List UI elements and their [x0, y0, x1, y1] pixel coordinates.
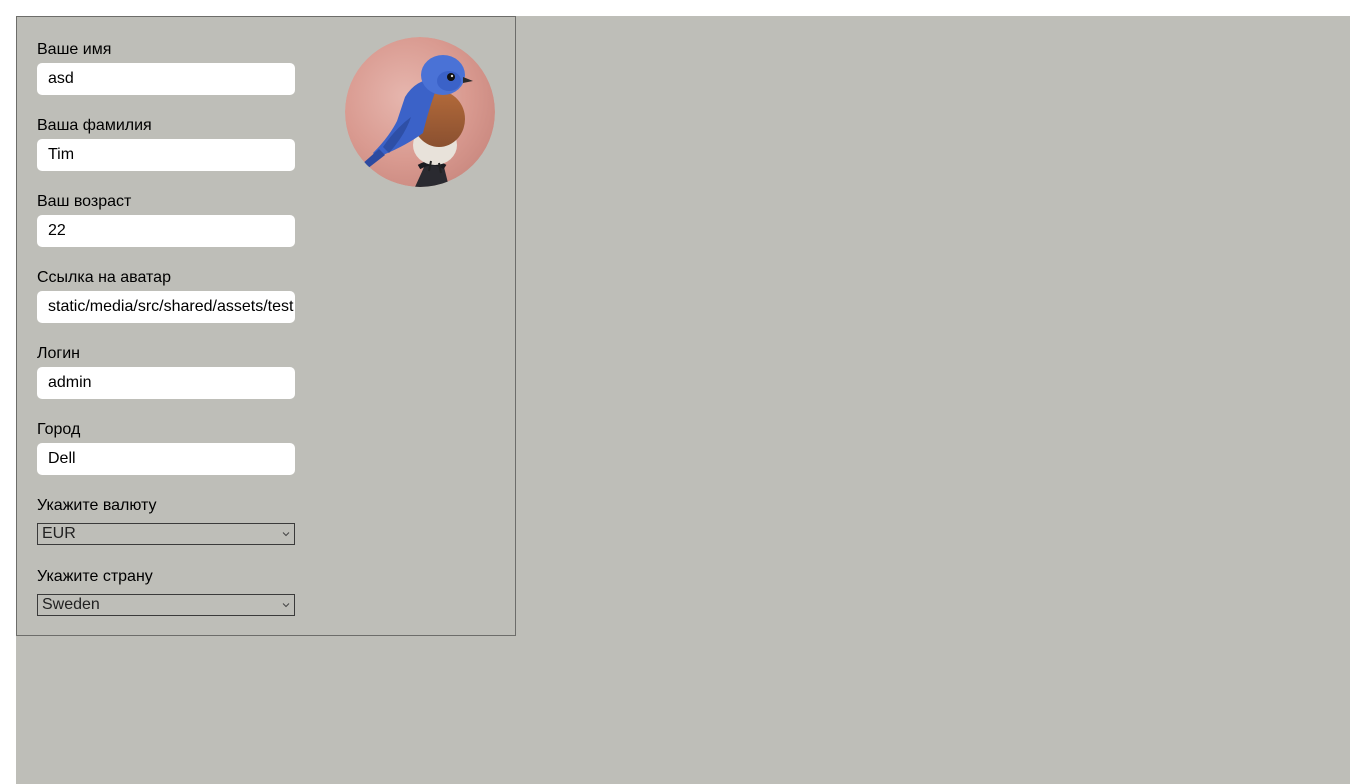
chevron-down-icon	[282, 603, 290, 608]
city-label: Город	[37, 421, 81, 438]
avatar-link-label: Ссылка на аватар	[37, 269, 171, 286]
first-name-field: Ваше имя asd	[37, 41, 295, 95]
country-field: Укажите страну Sweden	[37, 568, 295, 616]
last-name-input[interactable]: Tim	[37, 139, 295, 171]
city-input[interactable]: Dell	[37, 443, 295, 475]
bluebird-avatar-icon	[345, 37, 495, 187]
currency-selected-value: EUR	[42, 525, 76, 542]
avatar	[345, 37, 495, 187]
city-field: Город Dell	[37, 421, 295, 475]
age-label: Ваш возраст	[37, 193, 132, 210]
login-input[interactable]: admin	[37, 367, 295, 399]
avatar-link-field: Ссылка на аватар static/media/src/shared…	[37, 269, 295, 323]
login-label: Логин	[37, 345, 81, 362]
last-name-field: Ваша фамилия Tim	[37, 117, 295, 171]
currency-label: Укажите валюту	[37, 497, 157, 514]
login-field: Логин admin	[37, 345, 295, 399]
currency-field: Укажите валюту EUR	[37, 497, 295, 545]
country-select[interactable]: Sweden	[37, 594, 295, 616]
first-name-label: Ваше имя	[37, 41, 112, 58]
profile-card: Ваше имя asd Ваша фамилия Tim Ваш возрас…	[16, 16, 516, 636]
avatar-link-input[interactable]: static/media/src/shared/assets/test	[37, 291, 295, 323]
currency-select[interactable]: EUR	[37, 523, 295, 545]
country-selected-value: Sweden	[42, 596, 100, 613]
last-name-label: Ваша фамилия	[37, 117, 152, 134]
age-field: Ваш возраст 22	[37, 193, 295, 247]
first-name-input[interactable]: asd	[37, 63, 295, 95]
chevron-down-icon	[282, 532, 290, 537]
country-label: Укажите страну	[37, 568, 153, 585]
age-input[interactable]: 22	[37, 215, 295, 247]
